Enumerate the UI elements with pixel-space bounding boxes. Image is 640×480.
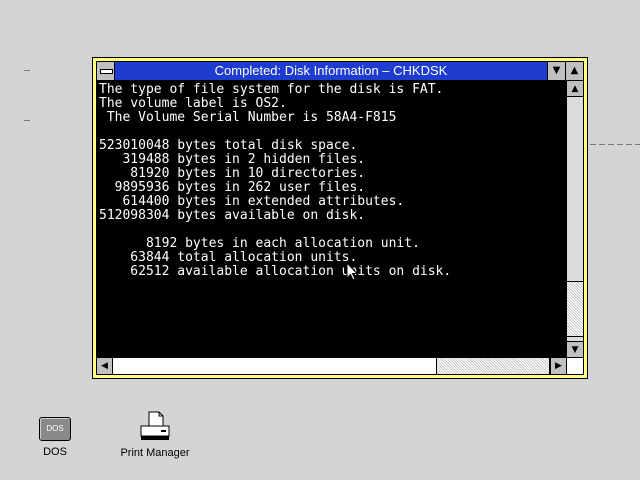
console-line: 319488 bytes in 2 hidden files. bbox=[99, 152, 366, 167]
console-line: 614400 bytes in extended attributes. bbox=[99, 194, 405, 209]
dos-icon: DOS bbox=[39, 417, 71, 441]
console-line: 9895936 bytes in 262 user files. bbox=[99, 180, 366, 195]
desktop-mark bbox=[24, 120, 30, 121]
system-menu-button[interactable] bbox=[97, 62, 115, 80]
console-line: The Volume Serial Number is 58A4-F815 bbox=[99, 110, 397, 125]
console-output[interactable]: The type of file system for the disk is … bbox=[97, 81, 566, 357]
console-line: 62512 available allocation units on disk… bbox=[99, 264, 452, 279]
console-line: 8192 bytes in each allocation unit. bbox=[99, 236, 420, 251]
print-manager-label: Print Manager bbox=[120, 447, 190, 459]
console-text: The type of file system for the disk is … bbox=[97, 81, 566, 279]
scroll-left-button[interactable]: ◀ bbox=[97, 358, 113, 374]
desktop-mark bbox=[24, 70, 30, 71]
window-body: Completed: Disk Information – CHKDSK ▼ ▲… bbox=[96, 61, 584, 375]
chkdsk-window[interactable]: Completed: Disk Information – CHKDSK ▼ ▲… bbox=[92, 57, 588, 379]
vertical-scroll-thumb[interactable] bbox=[567, 281, 583, 337]
console-line: 81920 bytes in 10 directories. bbox=[99, 166, 366, 181]
console-line: 523010048 bytes total disk space. bbox=[99, 138, 358, 153]
system-menu-icon bbox=[100, 69, 113, 74]
minimize-button[interactable]: ▼ bbox=[547, 62, 565, 80]
scroll-right-button[interactable]: ▶ bbox=[550, 358, 566, 374]
console-line: The type of file system for the disk is … bbox=[99, 82, 444, 97]
printer-icon bbox=[140, 411, 170, 440]
console-line: 63844 total allocation units. bbox=[99, 250, 358, 265]
scroll-up-button[interactable]: ▲ bbox=[567, 81, 583, 97]
scrollbar-corner bbox=[566, 357, 583, 374]
desktop: Completed: Disk Information – CHKDSK ▼ ▲… bbox=[0, 0, 640, 480]
dos-desktop-icon[interactable]: DOS DOS bbox=[30, 417, 80, 458]
scroll-down-button[interactable]: ▼ bbox=[567, 341, 583, 357]
vertical-scrollbar[interactable]: ▲ ▼ bbox=[566, 81, 583, 357]
mouse-pointer-icon bbox=[346, 262, 358, 281]
maximize-button[interactable]: ▲ bbox=[565, 62, 583, 80]
title-bar[interactable]: Completed: Disk Information – CHKDSK ▼ ▲ bbox=[97, 62, 583, 81]
print-manager-desktop-icon[interactable]: Print Manager bbox=[115, 411, 195, 459]
window-title: Completed: Disk Information – CHKDSK bbox=[214, 63, 448, 78]
dos-icon-label: DOS bbox=[43, 446, 67, 458]
desktop-mark bbox=[590, 144, 640, 145]
horizontal-scrollbar[interactable]: ◀ ▶ bbox=[97, 357, 566, 374]
console-line: The volume label is OS2. bbox=[99, 96, 287, 111]
horizontal-scroll-thumb[interactable] bbox=[436, 358, 550, 374]
console-line: 512098304 bytes available on disk. bbox=[99, 208, 366, 223]
